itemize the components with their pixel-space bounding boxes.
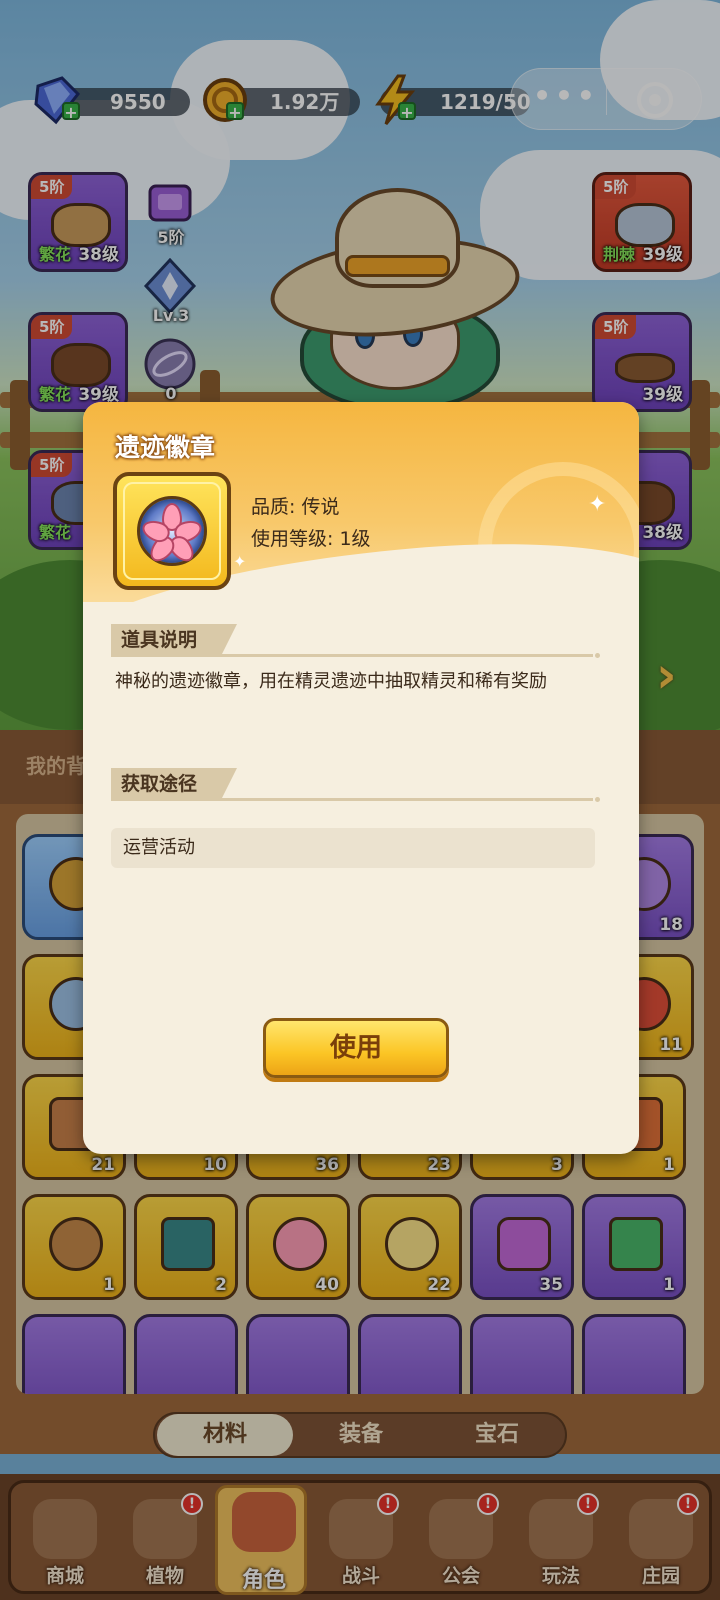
item-description: 神秘的遗迹徽章，用在精灵遗迹中抽取精灵和稀有奖励 (115, 671, 547, 692)
section-header-source: 获取途径 (111, 768, 237, 800)
section-divider (111, 654, 593, 657)
use-button[interactable]: 使用 (263, 1018, 449, 1078)
section-header-description: 道具说明 (111, 624, 237, 656)
item-icon-frame (113, 472, 231, 590)
item-use-level: 使用等级: 1级 (251, 528, 371, 550)
sparkle-icon: ✦ (588, 492, 607, 517)
relic-badge-icon (137, 496, 207, 567)
section-divider (111, 798, 593, 801)
item-detail-dialog: ✦ ✦ 遗迹徽章 品质: 传说 使用等级: 1级 道具说明 神秘的遗迹徽章，用在… (83, 402, 639, 1154)
section-divider-dot (595, 797, 600, 802)
item-quality: 品质: 传说 (251, 496, 340, 518)
dialog-title: 遗迹徽章 (115, 433, 216, 462)
section-divider-dot (595, 653, 600, 658)
item-source: 运营活动 (111, 828, 595, 868)
sparkle-icon: ✦ (233, 552, 247, 571)
